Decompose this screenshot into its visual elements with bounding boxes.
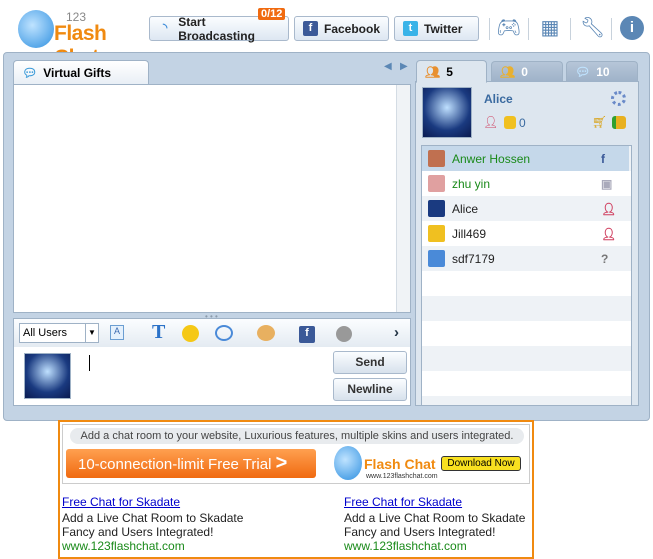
user-name: Anwer Hossen: [452, 151, 531, 166]
scrollbar[interactable]: [396, 85, 410, 312]
ad-logo-url: www.123flashchat.com: [366, 473, 438, 480]
ad-column: Free Chat for Skadate Add a Live Chat Ro…: [344, 495, 534, 553]
chat-bubble-icon: 💬︎: [575, 65, 591, 79]
gamepad-icon[interactable]: 🎮︎: [496, 16, 521, 40]
twitter-label: Twitter: [424, 21, 463, 36]
ad-text: Fancy and Users Integrated!: [62, 525, 214, 539]
palette-icon[interactable]: [257, 325, 275, 341]
user-list-item[interactable]: Anwer Hossen f: [422, 146, 629, 171]
info-icon[interactable]: i: [620, 16, 644, 40]
divider: [528, 18, 529, 40]
user-name: zhu yin: [452, 176, 491, 191]
font-style-icon[interactable]: A: [110, 325, 124, 340]
ad-tagline: Add a chat room to your website, Luxurio…: [70, 428, 524, 444]
user-list-item[interactable]: Alice 👤︎: [422, 196, 629, 221]
ad-link[interactable]: Free Chat for Skadate: [344, 495, 534, 509]
female-icon: 👤︎: [483, 115, 499, 129]
users-icon: 👥︎: [425, 64, 441, 79]
newline-button[interactable]: Newline: [333, 378, 407, 401]
twitter-icon: t: [403, 21, 418, 36]
recipient-select[interactable]: All Users ▼: [19, 323, 99, 343]
female-badge-icon: 👤︎: [601, 226, 617, 241]
wrench-icon[interactable]: 🔧︎: [580, 16, 605, 40]
ad-url[interactable]: www.123flashchat.com: [62, 539, 292, 553]
user-name: Jill469: [452, 226, 487, 241]
ad-text: Add a Live Chat Room to Skadate: [344, 511, 526, 525]
download-now-button[interactable]: Download Now: [441, 456, 521, 471]
rooms-count: 10: [596, 65, 610, 79]
user-list: Anwer Hossen f zhu yin ▣ Alice 👤︎ Jill469 👤︎ sdf…: [421, 145, 632, 406]
user-list-item[interactable]: zhu yin ▣: [422, 171, 629, 196]
bubble-style-icon[interactable]: [215, 325, 233, 341]
coins-icon: [504, 116, 516, 129]
facebook-icon: f: [303, 21, 318, 36]
facebook-button[interactable]: f Facebook: [294, 16, 389, 41]
divider: [611, 18, 612, 40]
user-avatar: [428, 175, 445, 192]
message-area: [13, 84, 411, 313]
ad-text: Add a Live Chat Room to Skadate: [62, 511, 244, 525]
divider: [570, 18, 571, 40]
tab-users[interactable]: 👥︎ 5: [416, 60, 487, 83]
facebook-share-icon[interactable]: f: [299, 326, 315, 343]
female-badge-icon: 👤︎: [601, 201, 617, 216]
ad-url[interactable]: www.123flashchat.com: [344, 539, 534, 553]
text-format-icon[interactable]: T: [152, 321, 165, 344]
rss-icon: ◝: [162, 22, 168, 34]
facebook-label: Facebook: [323, 21, 380, 36]
add-users-count: 0: [521, 65, 528, 79]
user-list-item[interactable]: sdf7179?: [422, 246, 629, 271]
chat-bubble-icon: 💬︎: [22, 66, 38, 80]
broadcast-count-badge: 0/12: [258, 8, 286, 20]
user-avatar: [428, 250, 445, 267]
user-avatar: [428, 225, 445, 242]
chevron-down-icon: ▼: [85, 324, 98, 342]
shopping-cart-icon[interactable]: 🛒︎: [592, 115, 607, 129]
logo: 123 Flash Chat: [18, 8, 148, 69]
free-trial-button[interactable]: 10-connection-limit Free Trial >: [66, 449, 316, 478]
facebook-badge-icon: f: [601, 151, 605, 166]
user-list-item[interactable]: Jill469 👤︎: [422, 221, 629, 246]
coins-count: 0: [519, 116, 526, 130]
user-name: Alice: [452, 201, 479, 216]
emoticon-icon[interactable]: [182, 325, 199, 342]
more-arrow-icon[interactable]: ›: [394, 324, 399, 341]
profile-name: Alice: [484, 92, 513, 106]
my-avatar: [24, 353, 71, 399]
sound-icon[interactable]: [336, 326, 352, 342]
add-coins-icon[interactable]: [612, 116, 626, 129]
divider: [489, 18, 490, 40]
ad-logo-text: Flash Chat: [364, 456, 436, 472]
tab-prev-arrow[interactable]: ◀: [384, 61, 392, 72]
ad-column: Free Chat for Skadate Add a Live Chat Ro…: [62, 495, 292, 553]
tab-virtual-gifts[interactable]: 💬︎ Virtual Gifts: [13, 60, 149, 85]
user-name: sdf7179: [452, 251, 495, 266]
ad-logo-icon: [334, 446, 362, 480]
gift-icon[interactable]: ▦: [538, 16, 562, 40]
tab-label: Virtual Gifts: [43, 66, 112, 80]
bird-logo-icon: [18, 10, 54, 48]
unknown-badge-icon: ?: [601, 251, 609, 266]
text-cursor: [89, 355, 90, 371]
trial-label: 10-connection-limit Free Trial: [78, 456, 272, 473]
profile-avatar[interactable]: [422, 87, 472, 138]
ad-link[interactable]: Free Chat for Skadate: [62, 495, 292, 509]
tab-next-arrow[interactable]: ▶: [400, 61, 408, 72]
users-count: 5: [446, 64, 453, 79]
recipient-value: All Users: [23, 327, 68, 339]
add-users-icon: 👥︎: [500, 65, 516, 79]
user-avatar: [428, 150, 445, 167]
twitter-button[interactable]: t Twitter: [394, 16, 479, 41]
tab-add-users[interactable]: 👥︎ 0: [491, 61, 563, 82]
settings-gear-icon[interactable]: [611, 91, 626, 106]
advertisement: Add a chat room to your website, Luxurio…: [58, 420, 534, 559]
tab-rooms[interactable]: 💬︎ 10: [566, 61, 638, 82]
image-badge-icon: ▣: [601, 176, 613, 191]
send-button[interactable]: Send: [333, 351, 407, 374]
input-area[interactable]: Send Newline: [13, 347, 411, 406]
toolbar: All Users ▼ A T f ›: [13, 318, 411, 348]
user-avatar: [428, 200, 445, 217]
ad-text: Fancy and Users Integrated!: [344, 525, 496, 539]
